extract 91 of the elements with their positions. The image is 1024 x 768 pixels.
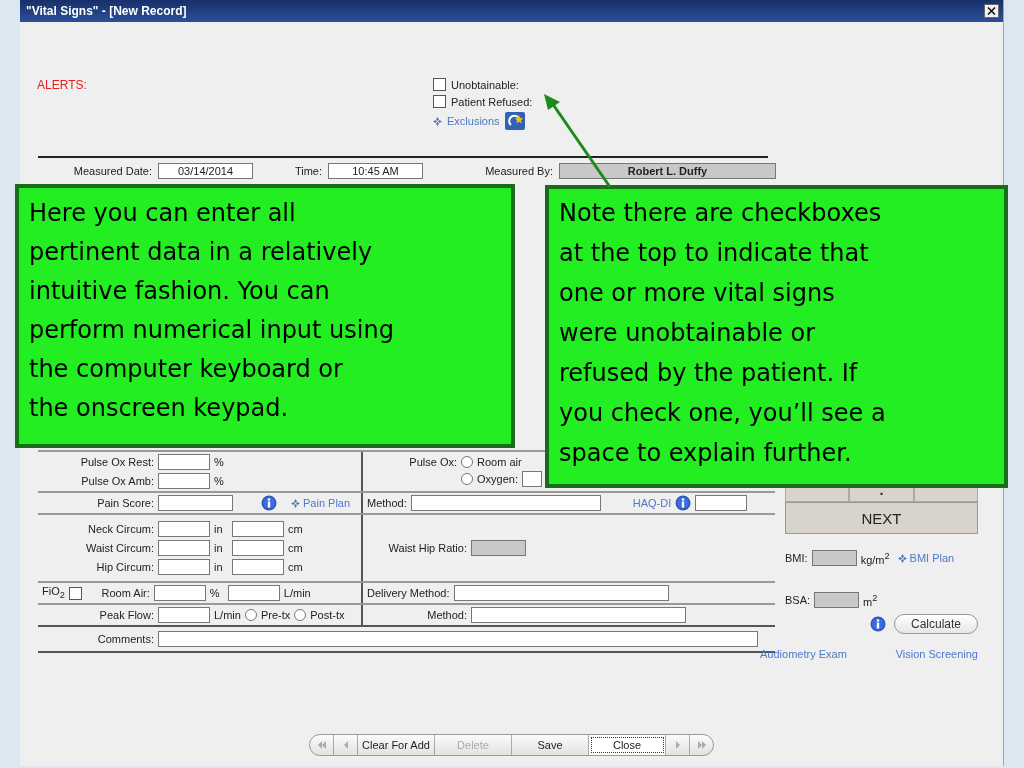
input-field[interactable] — [153, 585, 206, 601]
input-field[interactable] — [158, 495, 233, 511]
plan-link[interactable]: Pain Plan — [303, 497, 351, 509]
unit-label: in — [214, 561, 224, 573]
field-label: Waist Hip Ratio: — [387, 542, 467, 554]
input-field[interactable] — [227, 585, 280, 601]
diamond-icon — [897, 553, 907, 563]
field-label: Measured Date: — [72, 165, 152, 177]
field-label: Pulse Ox Rest: — [79, 456, 154, 468]
radio-button[interactable] — [461, 456, 473, 468]
link[interactable]: Audiometry Exam — [760, 648, 847, 660]
checkbox-label: Unobtainable: — [451, 78, 519, 91]
unit-label: kg/m$^{2}$ — [860, 550, 890, 566]
checkbox[interactable] — [68, 586, 82, 600]
info-icon[interactable] — [869, 616, 886, 632]
unit-label: cm — [288, 542, 303, 554]
input-field[interactable] — [453, 585, 669, 601]
input-field[interactable] — [695, 495, 748, 511]
comments-field[interactable] — [158, 631, 758, 647]
bsa-field[interactable] — [814, 592, 860, 608]
input-field[interactable] — [232, 540, 284, 556]
unit-label: in — [214, 542, 224, 554]
unit-label: cm — [288, 561, 303, 573]
diamond-icon — [291, 498, 300, 508]
field-label: Hip Circum: — [95, 561, 154, 573]
field-label: Comments: — [96, 633, 154, 645]
unit-label: m$^{2}$ — [863, 592, 878, 608]
radio-label: Room air — [477, 456, 522, 468]
link[interactable]: Vision Screening — [895, 648, 978, 660]
close-icon[interactable] — [984, 4, 999, 18]
input-field[interactable] — [158, 559, 210, 575]
unit-label: % — [209, 587, 221, 599]
unit-label: L/min — [214, 609, 241, 621]
input-field[interactable] — [232, 521, 284, 537]
field-label: Method: — [367, 497, 407, 509]
diamond-icon — [433, 116, 442, 126]
field-label: Measured By: — [484, 165, 553, 177]
field-label: Method: — [426, 609, 467, 621]
info-icon[interactable] — [675, 495, 692, 511]
radio-button[interactable] — [294, 609, 307, 621]
field-label: BSA: — [785, 594, 811, 606]
callout-tooltip: Note there are checkboxes at the top to indicate that one or more vital signs were unobtainable or refused by the patient. If you check one, you’ll see a space to explain further. — [545, 185, 1008, 488]
info-icon[interactable] — [261, 495, 277, 511]
radio-label: Oxygen: — [477, 473, 518, 485]
field-label: Time: — [293, 165, 322, 177]
field-label: BMI: — [785, 552, 808, 564]
time-field[interactable]: 10:45 AM — [328, 163, 423, 179]
input-field[interactable] — [158, 454, 210, 470]
nav-button[interactable]: Close — [589, 735, 666, 755]
unit-label: % — [214, 475, 224, 487]
callout-tooltip: Here you can enter all pertinent data in a relatively intuitive fashion. You can perform numerical input using the computer keyboard or the onscreen keypad. — [15, 184, 515, 448]
unit-label: % — [214, 456, 224, 468]
field-label: Peak Flow: — [98, 609, 154, 621]
field-label: Waist Circum: — [84, 542, 154, 554]
radio-label: Pre-tx — [260, 609, 291, 621]
checkbox-label: Patient Refused: — [451, 95, 533, 108]
date-field[interactable]: 03/14/2014 — [158, 163, 253, 179]
radio-button[interactable] — [461, 473, 473, 485]
measured-by-field[interactable]: Robert L. Duffy — [559, 163, 776, 179]
nav-button[interactable]: Clear For Add — [358, 735, 435, 755]
input-field[interactable] — [471, 607, 686, 623]
radio-label: Post-tx — [310, 609, 345, 621]
field-label: Pain Score: — [96, 497, 154, 509]
input-field[interactable] — [521, 471, 542, 487]
input-field[interactable] — [158, 540, 210, 556]
field-label: Room Air: — [100, 587, 150, 599]
unit-label: L/min — [283, 587, 311, 599]
unit-label: cm — [288, 523, 303, 535]
radio-button[interactable] — [244, 609, 257, 621]
input-field[interactable] — [410, 495, 601, 511]
field-label: Delivery Method: — [367, 587, 450, 599]
input-field[interactable] — [158, 607, 210, 623]
field-label: Pulse Ox: — [408, 456, 457, 468]
plan-link[interactable]: BMI Plan — [909, 552, 955, 564]
exclusions-link[interactable]: Exclusions — [447, 115, 500, 127]
bmi-field[interactable] — [811, 550, 857, 566]
fio2-label: FiO$_{2}$ — [42, 585, 65, 601]
haq-di-link[interactable]: HAQ-DI — [632, 497, 672, 509]
window-title: "Vital Signs" - [New Record] — [26, 4, 187, 18]
field-label: Pulse Ox Amb: — [80, 475, 154, 487]
unit-label: in — [214, 523, 224, 535]
input-field[interactable] — [158, 473, 210, 489]
calculate-button[interactable]: Calculate — [893, 614, 978, 634]
alerts-label: ALERTS: — [37, 78, 88, 92]
field-label: Neck Circum: — [87, 523, 154, 535]
input-field[interactable] — [232, 559, 284, 575]
input-field[interactable] — [158, 521, 210, 537]
ratio-field[interactable] — [471, 540, 526, 556]
next-button[interactable]: NEXT — [785, 502, 978, 534]
checkbox[interactable] — [433, 95, 446, 108]
checkbox[interactable] — [433, 78, 446, 91]
